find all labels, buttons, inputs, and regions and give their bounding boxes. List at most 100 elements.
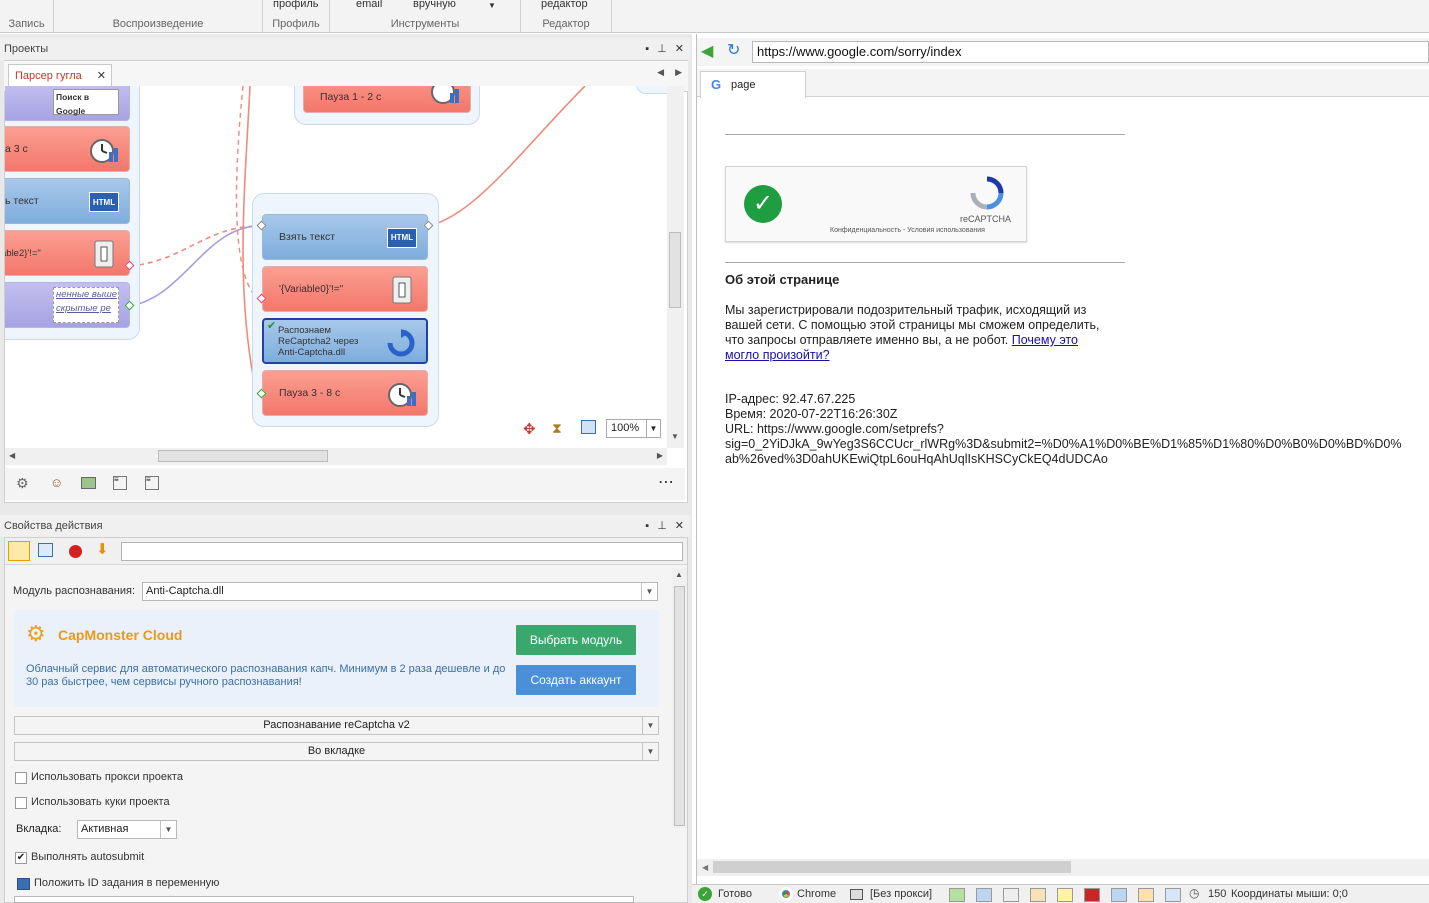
manual-button-label[interactable]: вручную bbox=[413, 0, 456, 10]
recaptcha-type-select[interactable]: Распознавание reCaptcha v2 ▼ bbox=[14, 716, 659, 735]
autosubmit-checkbox[interactable]: ✔ bbox=[15, 852, 27, 864]
scroll-down-icon[interactable]: ▼ bbox=[671, 432, 679, 441]
list-icon[interactable]: ≡ bbox=[113, 476, 127, 490]
close-icon[interactable]: ✕ bbox=[675, 38, 684, 60]
chevron-down-icon[interactable]: ▼ bbox=[642, 717, 658, 734]
scrollbar-thumb[interactable] bbox=[669, 232, 681, 308]
settings-icon[interactable]: ⚙ bbox=[16, 475, 29, 492]
scrollbar-thumb[interactable] bbox=[158, 450, 328, 462]
toolbar-icon-1[interactable] bbox=[949, 888, 965, 902]
move-icon[interactable]: ✥ bbox=[523, 420, 536, 438]
project-canvas[interactable]: Поиск в Google а 3 с ь текст HTML able2}… bbox=[5, 86, 667, 448]
toolbar-icon-3[interactable] bbox=[1003, 888, 1019, 902]
profile-button-label[interactable]: профиль bbox=[273, 0, 319, 10]
image-icon[interactable] bbox=[81, 477, 96, 489]
list-numbered-icon[interactable]: ≡ bbox=[145, 476, 159, 490]
recaptcha-widget[interactable]: ✓ reCAPTCHA Конфиденциальность - Условия… bbox=[725, 166, 1027, 242]
music-icon[interactable] bbox=[1165, 888, 1181, 902]
props-vertical-scrollbar[interactable]: ▲ bbox=[672, 568, 687, 828]
divider bbox=[725, 134, 1125, 135]
use-cookies-checkbox[interactable] bbox=[15, 797, 27, 809]
node-search-google[interactable]: Поиск в Google bbox=[5, 86, 130, 121]
node-pause-3-8[interactable]: Пауза 3 - 8 с bbox=[262, 370, 428, 416]
canvas-vertical-scrollbar[interactable]: ▼ bbox=[667, 86, 684, 448]
ribbon-group-editor[interactable]: редактор Редактор bbox=[521, 0, 612, 33]
flash-player-icon[interactable] bbox=[1084, 888, 1100, 902]
select-module-button[interactable]: Выбрать модуль bbox=[516, 625, 636, 655]
scroll-left-icon[interactable]: ◀ bbox=[9, 451, 15, 460]
edit-icon[interactable] bbox=[38, 543, 53, 557]
tab-parser[interactable]: Парсер гугла ✕ bbox=[8, 64, 112, 87]
scroll-right-icon[interactable]: ▶ bbox=[675, 67, 682, 78]
node-variable0[interactable]: '{Variable0}'!=" bbox=[262, 266, 428, 312]
pin-icon[interactable]: ⊥ bbox=[657, 38, 667, 60]
window-icon[interactable] bbox=[581, 420, 596, 434]
node-variable2[interactable]: able2}'!=" bbox=[5, 230, 130, 276]
node-pause-3[interactable]: а 3 с bbox=[5, 126, 130, 172]
node-pause-1-2[interactable]: Пауза 1 - 2 с bbox=[303, 86, 471, 113]
arrow-down-icon[interactable]: ⬇ bbox=[96, 540, 109, 558]
chevron-down-icon[interactable]: ▼ bbox=[642, 743, 658, 760]
ribbon-group-playback[interactable]: Воспроизведение bbox=[54, 0, 263, 33]
ribbon-group-record[interactable]: Запись bbox=[0, 0, 54, 33]
table-view-icon[interactable] bbox=[8, 541, 30, 561]
user-icon[interactable]: ☺ bbox=[50, 475, 63, 490]
node-get-text-left[interactable]: ь текст HTML bbox=[5, 178, 130, 224]
pen-icon[interactable] bbox=[1138, 888, 1154, 902]
flash-icon[interactable] bbox=[1057, 888, 1073, 902]
editor-button-label[interactable]: редактор bbox=[541, 0, 588, 10]
toolbar-icon-7[interactable] bbox=[1111, 888, 1127, 902]
browser-panel bbox=[696, 34, 1429, 903]
scroll-right-icon[interactable]: ▶ bbox=[657, 451, 663, 460]
node-get-text[interactable]: Взять текст HTML bbox=[262, 214, 428, 260]
tab-page[interactable]: G page bbox=[700, 71, 806, 98]
close-tab-icon[interactable]: ✕ bbox=[97, 65, 106, 87]
browser-horizontal-scrollbar[interactable]: ◀ bbox=[697, 859, 1429, 876]
variable-icon[interactable] bbox=[17, 878, 30, 890]
more-icon[interactable]: ⋯ bbox=[658, 472, 674, 492]
gear-logo-icon: ⚙ bbox=[26, 621, 46, 646]
stop-icon[interactable] bbox=[69, 545, 82, 558]
create-account-button[interactable]: Создать аккаунт bbox=[516, 665, 636, 695]
pin-icon[interactable]: ⊥ bbox=[657, 515, 667, 537]
scroll-left-icon[interactable]: ◀ bbox=[657, 67, 664, 78]
scroll-left-icon[interactable]: ◀ bbox=[702, 863, 708, 872]
back-icon[interactable]: ◀ bbox=[701, 41, 713, 61]
url-input[interactable]: https://www.google.com/sorry/index bbox=[752, 41, 1429, 63]
task-id-input[interactable] bbox=[14, 896, 634, 903]
module-select[interactable]: Anti-Captcha.dll ▼ bbox=[142, 582, 658, 601]
scrollbar-thumb[interactable] bbox=[713, 861, 1071, 873]
refresh-icon[interactable]: ↻ bbox=[727, 40, 740, 60]
node-hidden-results[interactable]: ненные выше скрытые ре bbox=[5, 282, 130, 328]
tab-select[interactable]: Активная ▼ bbox=[77, 820, 177, 839]
chevron-down-icon[interactable]: ▼ bbox=[488, 1, 496, 10]
ribbon-group-tools[interactable]: email вручную ▼ Инструменты bbox=[330, 0, 521, 33]
toolbar-icon-4[interactable] bbox=[1030, 888, 1046, 902]
status-browser[interactable]: Chrome bbox=[797, 888, 836, 900]
node-recaptcha[interactable]: Распознаем ReCaptcha2 через Anti-Captcha… bbox=[262, 318, 428, 364]
chevron-down-icon[interactable]: ▼ bbox=[641, 583, 657, 600]
scrollbar-thumb[interactable] bbox=[674, 586, 685, 826]
email-button-label[interactable]: email bbox=[356, 0, 382, 10]
recaptcha-links[interactable]: Конфиденциальность - Условия использован… bbox=[830, 227, 985, 234]
canvas-horizontal-scrollbar[interactable]: ◀ ▶ bbox=[5, 448, 667, 465]
ribbon-caption: Профиль bbox=[272, 18, 320, 30]
maximize-icon[interactable]: ▪ bbox=[645, 515, 649, 537]
zoom-select[interactable]: 100% ▼ bbox=[606, 419, 661, 438]
toolbar-icon-2[interactable] bbox=[976, 888, 992, 902]
about-text-line: вашей сети. С помощью этой страницы мы с… bbox=[725, 318, 1100, 332]
chevron-down-icon[interactable]: ▼ bbox=[160, 821, 176, 838]
close-icon[interactable]: ✕ bbox=[675, 515, 684, 537]
scroll-up-icon[interactable]: ▲ bbox=[675, 570, 683, 579]
use-cookies-label: Использовать куки проекта bbox=[31, 796, 170, 808]
why-link[interactable]: Почему это bbox=[1012, 333, 1078, 347]
why-link-continued[interactable]: могло произойти? bbox=[725, 348, 830, 362]
mode-select[interactable]: Во вкладке ▼ bbox=[14, 742, 659, 761]
use-proxy-checkbox[interactable] bbox=[15, 772, 27, 784]
hourglass-icon[interactable]: ⧗ bbox=[552, 420, 562, 437]
chevron-down-icon[interactable]: ▼ bbox=[646, 420, 660, 437]
ribbon-group-profile[interactable]: профиль Профиль bbox=[263, 0, 330, 33]
action-name-input[interactable] bbox=[121, 542, 683, 561]
status-proxy[interactable]: [Без прокси] bbox=[870, 888, 932, 900]
maximize-icon[interactable]: ▪ bbox=[645, 38, 649, 60]
